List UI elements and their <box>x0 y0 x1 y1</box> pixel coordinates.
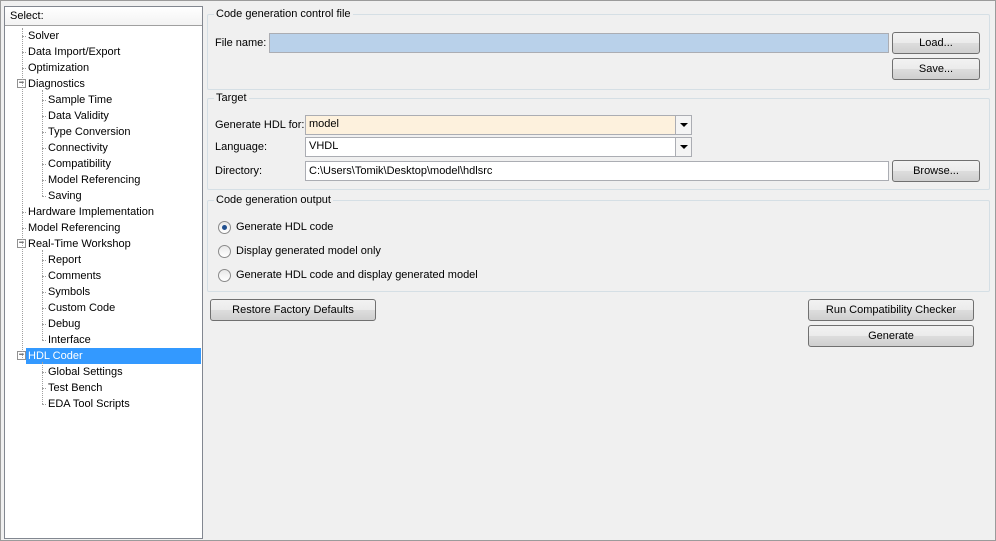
tree-item-label: HDL Coder <box>26 348 201 364</box>
tree-item-label: Model Referencing <box>48 174 141 186</box>
radio-button[interactable] <box>218 269 231 282</box>
directory-input[interactable]: C:\Users\Tomik\Desktop\model\hdlsrc <box>305 161 889 181</box>
output-option-label: Generate HDL code and display generated … <box>236 269 478 281</box>
save-button[interactable]: Save... <box>892 58 980 80</box>
tree-item-label: Sample Time <box>48 94 113 106</box>
tree-item[interactable]: Report <box>46 252 83 268</box>
directory-label: Directory: <box>215 165 263 177</box>
tree-item-label: Report <box>48 254 82 266</box>
tree-item[interactable]: Solver <box>26 28 61 44</box>
tree-connector <box>42 340 46 341</box>
tree-item[interactable]: Model Referencing <box>26 220 122 236</box>
tree-item[interactable]: Symbols <box>46 284 92 300</box>
tree-item[interactable]: Saving <box>46 188 84 204</box>
language-label: Language: <box>215 141 267 153</box>
tree-item-label: Interface <box>48 334 91 346</box>
tree-item-label: Type Conversion <box>48 126 131 138</box>
tree-item-label: Debug <box>48 318 81 330</box>
tree-connector <box>42 90 43 196</box>
run-compatibility-checker-button[interactable]: Run Compatibility Checker <box>808 299 974 321</box>
tree-item-label: Comments <box>48 270 102 282</box>
tree-item-label: Custom Code <box>48 302 116 314</box>
tree-item-label: Solver <box>28 30 60 42</box>
generate-for-label: Generate HDL for: <box>215 119 305 131</box>
generate-button[interactable]: Generate <box>808 325 974 347</box>
tree-item[interactable]: Test Bench <box>46 380 104 396</box>
configuration-window: Select: Solver Data Import/Export Optimiza… <box>0 0 996 541</box>
tree-item[interactable]: Compatibility <box>46 156 113 172</box>
generate-for-value: model <box>309 118 339 130</box>
radio-button[interactable] <box>218 245 231 258</box>
tree-header: Select: <box>5 7 202 26</box>
tree-item[interactable]: Data Validity <box>46 108 111 124</box>
tree-item[interactable]: Optimization <box>26 60 91 76</box>
output-option-label: Generate HDL code <box>236 221 334 233</box>
output-option-label: Display generated model only <box>236 245 381 257</box>
tree-item[interactable]: Hardware Implementation <box>26 204 156 220</box>
tree-item[interactable]: Connectivity <box>46 140 110 156</box>
file-name-label: File name: <box>215 37 267 49</box>
tree-item[interactable]: EDA Tool Scripts <box>46 396 132 412</box>
chevron-down-icon[interactable] <box>675 138 691 156</box>
chevron-down-icon[interactable] <box>675 116 691 134</box>
tree-item-label: EDA Tool Scripts <box>48 398 130 410</box>
tree-connector <box>42 404 46 405</box>
tree-item[interactable]: Debug <box>46 316 82 332</box>
tree-item-label: Saving <box>48 190 82 202</box>
tree-item-label: Diagnostics <box>28 78 85 90</box>
tree-item-label: Connectivity <box>48 142 108 154</box>
tree-connector <box>42 362 43 404</box>
tree-item[interactable]: Interface <box>46 332 93 348</box>
category-tree[interactable]: Select: Solver Data Import/Export Optimiza… <box>4 6 203 539</box>
tree-connector <box>42 250 43 340</box>
language-select[interactable]: VHDL <box>305 137 692 157</box>
tree-connector <box>42 196 46 197</box>
tree-item[interactable]: Type Conversion <box>46 124 133 140</box>
tree-item[interactable]: HDL Coder <box>26 348 201 364</box>
tree-connector <box>22 28 23 358</box>
tree-item-label: Data Import/Export <box>28 46 121 58</box>
output-title: Code generation output <box>214 194 333 206</box>
browse-button[interactable]: Browse... <box>892 160 980 182</box>
restore-defaults-button[interactable]: Restore Factory Defaults <box>210 299 376 321</box>
tree-item[interactable]: Custom Code <box>46 300 117 316</box>
tree-item[interactable]: Sample Time <box>46 92 114 108</box>
file-name-input[interactable] <box>269 33 889 53</box>
tree-item-label: Global Settings <box>48 366 123 378</box>
tree-item-label: Compatibility <box>48 158 111 170</box>
tree-item[interactable]: Comments <box>46 268 103 284</box>
control-file-title: Code generation control file <box>214 8 353 20</box>
tree-item[interactable]: Model Referencing <box>46 172 142 188</box>
tree-item-label: Test Bench <box>48 382 103 394</box>
tree-item[interactable]: Global Settings <box>46 364 125 380</box>
language-value: VHDL <box>309 140 339 152</box>
generate-for-select[interactable]: model <box>305 115 692 135</box>
tree-item[interactable]: Diagnostics <box>26 76 87 92</box>
tree-item-label: Hardware Implementation <box>28 206 154 218</box>
tree-item-label: Model Referencing <box>28 222 121 234</box>
target-title: Target <box>214 92 249 104</box>
tree-item-label: Real-Time Workshop <box>28 238 131 250</box>
tree-item-label: Symbols <box>48 286 91 298</box>
radio-button[interactable] <box>218 221 231 234</box>
load-button[interactable]: Load... <box>892 32 980 54</box>
tree-item-label: Optimization <box>28 62 90 74</box>
tree-item-label: Data Validity <box>48 110 109 122</box>
tree-item[interactable]: Data Import/Export <box>26 44 122 60</box>
